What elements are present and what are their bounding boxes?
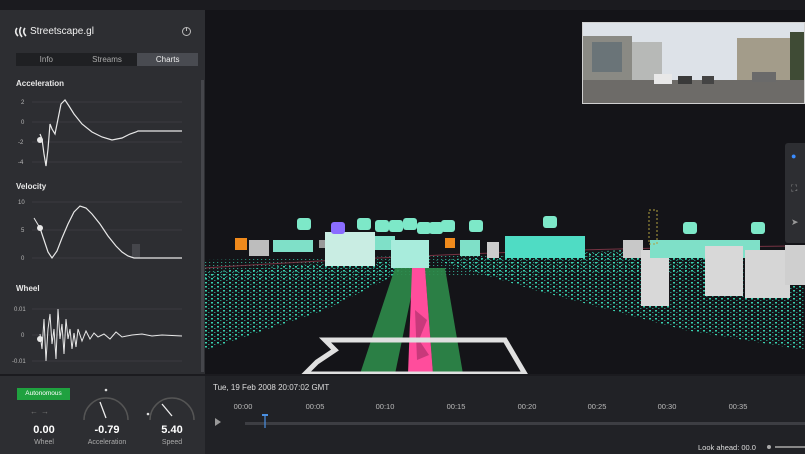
acceleration-label: Acceleration [87,439,127,446]
wheel-cursor [37,336,43,342]
wheel-tick-0: 0 [21,333,25,339]
look-ahead-handle[interactable] [767,445,771,449]
app-root: Streetscape.gl Info Streams Charts Accel… [0,0,805,454]
tab-info[interactable]: Info [16,53,77,66]
car-icon [297,216,765,234]
power-icon[interactable] [182,27,191,36]
timeline: Tue, 19 Feb 2008 20:07:02 GMT 00:00 00:0… [205,376,805,454]
app-title: Streetscape.gl [30,26,94,37]
wheel-tick-pos: 0.01 [14,307,26,313]
velocity-chart[interactable]: 10 5 0 [12,196,182,272]
velocity-tick-5: 5 [21,228,25,234]
wheel-chart-title: Wheel [16,284,40,293]
timeline-track[interactable] [245,422,805,425]
panel-tabs: Info Streams Charts [16,53,199,66]
velocity-cursor [37,225,43,231]
acceleration-chart[interactable]: 2 0 -2 -4 [12,94,182,176]
timeline-tick: 00:15 [446,402,466,411]
acceleration-tick-0: 0 [21,120,25,126]
wheel-label: Wheel [34,439,54,446]
timeline-tick: 00:25 [587,402,607,411]
camera-feed [582,22,805,104]
turn-signal-icon: ←→ [30,407,52,416]
timeline-tick: 00:10 [375,402,395,411]
timeline-tick: 00:05 [305,402,325,411]
timeline-playhead[interactable] [261,414,268,428]
acceleration-tick-neg4: -4 [18,160,24,166]
timeline-date: Tue, 19 Feb 2008 20:07:02 GMT [213,383,330,392]
acceleration-cursor [37,137,43,143]
play-icon[interactable] [215,418,221,426]
acceleration-tick-2: 2 [21,100,25,106]
north-arrow-icon[interactable]: ➤ [791,217,799,228]
timeline-tick: 00:30 [657,402,677,411]
speed-label: Speed [161,439,183,446]
autonomous-badge: Autonomous [17,388,70,400]
fit-view-icon[interactable]: ⛶ [791,183,797,194]
wheel-tick-neg: -0.01 [12,359,26,365]
look-ahead-slider[interactable] [775,446,805,448]
timeline-tick: 00:35 [728,402,748,411]
look-ahead-label: Look ahead: 00.0 [698,443,756,452]
left-panel: Streetscape.gl Info Streams Charts Accel… [0,10,205,374]
timeline-tick: 00:20 [517,402,537,411]
acceleration-tick-neg2: -2 [18,140,24,146]
tab-streams[interactable]: Streams [77,53,138,66]
vehicle-metrics: Autonomous ←→ 0.00 Wheel -0.79 Accelerat… [0,376,205,454]
timeline-tick: 00:00 [233,402,253,411]
speed-value: 5.40 [161,424,183,436]
panel-scrollbar[interactable] [201,80,204,372]
wheel-chart[interactable]: 0.01 0 -0.01 [12,299,182,374]
object-box [235,238,247,250]
acceleration-value: -0.79 [94,424,120,436]
wheel-value: 0.00 [33,424,55,436]
tab-charts[interactable]: Charts [137,53,199,66]
car-icon[interactable]: ● [791,151,796,161]
map-controls: ● ⛶ ➤ [785,143,805,243]
velocity-tick-0: 0 [21,256,25,262]
velocity-marker [132,244,140,258]
streetscape-logo-icon [14,26,27,38]
velocity-chart-title: Velocity [16,182,47,191]
acceleration-chart-title: Acceleration [16,79,65,88]
velocity-line [39,205,182,260]
velocity-tick-10: 10 [18,200,25,206]
panel-header: Streetscape.gl [0,10,205,50]
acceleration-gauge [83,388,129,421]
acceleration-line [39,99,182,167]
speed-gauge [146,397,195,421]
